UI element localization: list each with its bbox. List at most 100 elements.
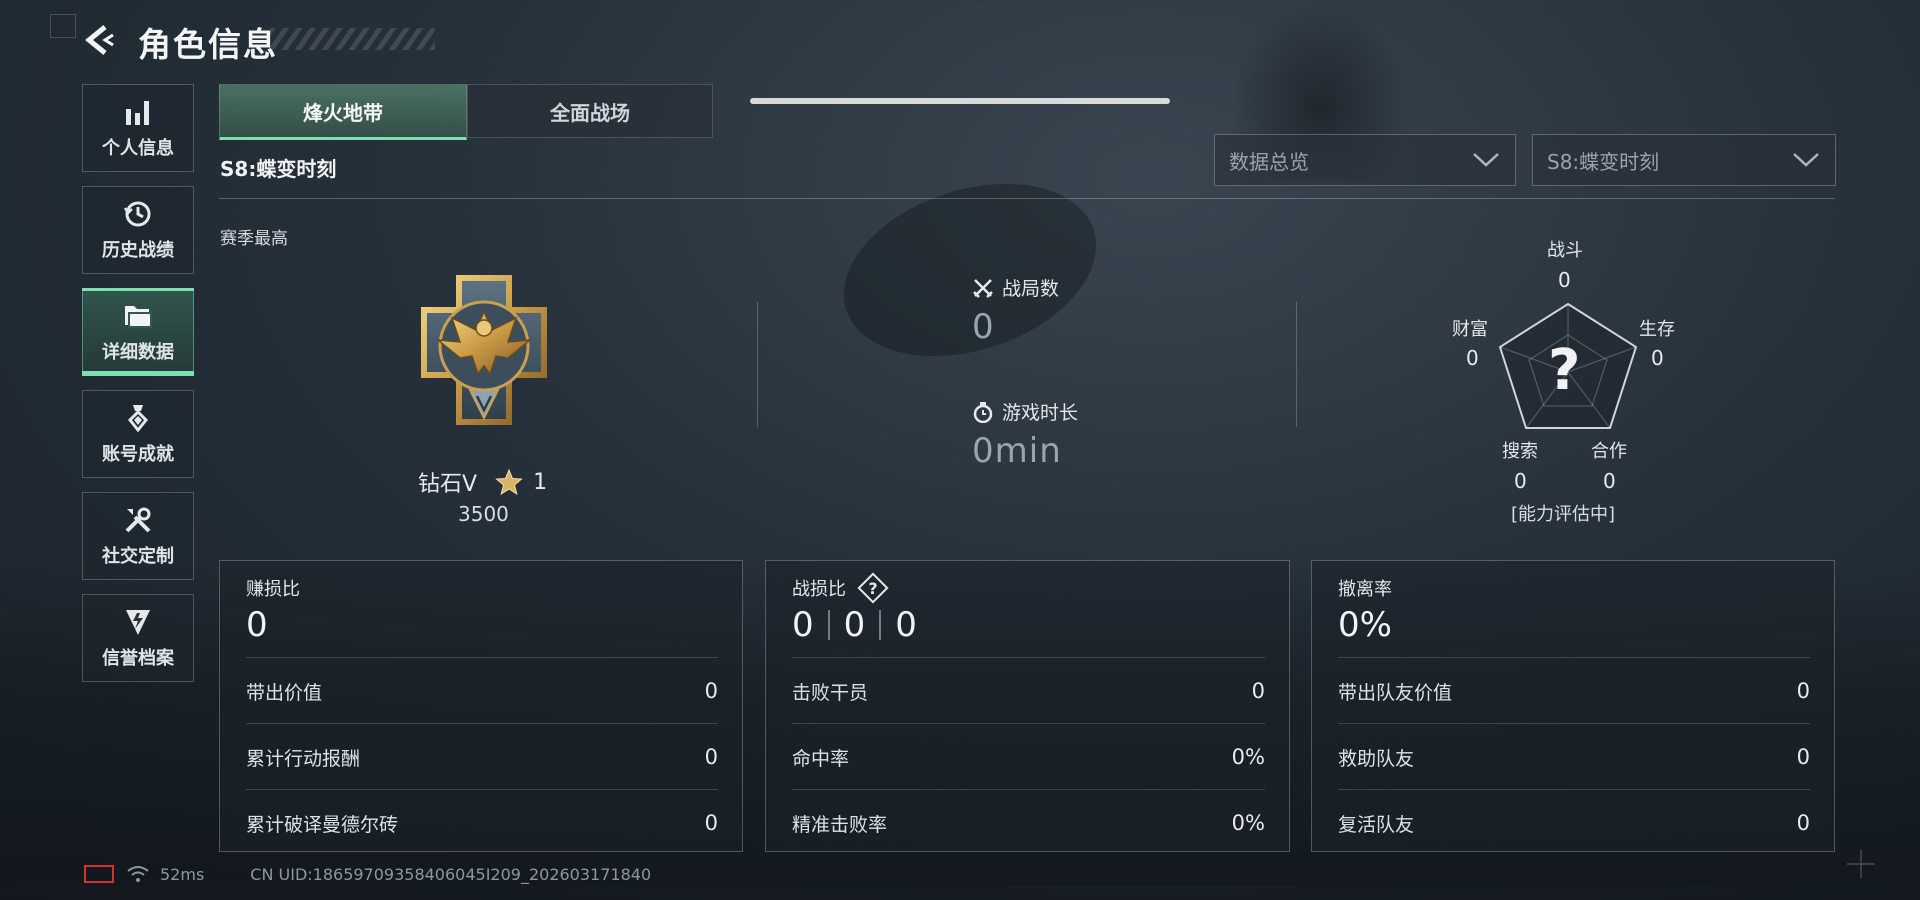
matches-stat: 战局数 0 [972,274,1059,347]
tab-full-battlefield[interactable]: 全面战场 [467,84,713,138]
panel-title: 赚损比 [246,579,300,600]
value-separator [827,610,830,640]
panel-title: 撤离率 [1338,579,1392,600]
dropdown-value: 数据总览 [1229,149,1309,174]
sidebar-item-history[interactable]: 历史战绩 [82,186,194,274]
sidebar-item-label: 社交定制 [102,546,174,567]
sidebar-item-label: 信誉档案 [102,648,174,669]
sidebar-item-achievements[interactable]: 账号成就 [82,390,194,478]
season-title: S8:蝶变时刻 [220,157,337,181]
radar-value-search: 0 [1514,469,1527,493]
rank-stars: 1 [533,469,548,495]
panel-header: 战损比 ? [792,575,886,601]
vertical-divider [1296,302,1297,427]
view-dropdown[interactable]: 数据总览 [1214,134,1516,186]
table-row: 带出价值 0 [246,657,718,724]
dropdown-value: S8:蝶变时刻 [1547,149,1660,174]
wifi-icon [127,866,149,882]
radar-value-cooperation: 0 [1603,469,1616,493]
rank-emblem [404,270,564,430]
battery-icon [84,865,114,883]
table-row: 带出队友价值 0 [1338,657,1810,724]
extraction-rate-panel: 撤离率 0% 带出队友价值 0 救助队友 0 复活队友 0 [1311,560,1835,852]
matches-value: 0 [972,307,995,347]
season-dropdown[interactable]: S8:蝶变时刻 [1532,134,1836,186]
crossed-swords-icon [973,278,993,298]
row-value: 0% [1231,745,1265,769]
value-separator [879,610,882,640]
row-label: 救助队友 [1338,747,1415,770]
radar-value-survival: 0 [1651,346,1664,370]
rank-name: 钻石V [418,472,478,497]
reputation-badge-icon [122,606,154,638]
table-row: 累计破译曼德尔砖 0 [246,789,718,856]
row-value: 0% [1231,811,1265,835]
divider [219,198,1835,199]
panel-main-value: 0% [1338,605,1392,645]
vertical-divider [757,302,758,427]
panel-title: 战损比 [792,579,846,600]
radar-label-wealth: 财富 [1452,319,1488,340]
sidebar-item-label: 账号成就 [102,444,174,465]
radar-label-combat: 战斗 [1547,240,1583,261]
panel-main-value: 0 [246,605,268,645]
radar-label-survival: 生存 [1639,319,1675,340]
chevron-down-icon [1473,153,1499,167]
kd-value: 0 [895,605,917,645]
row-value: 0 [704,811,718,835]
sidebar-item-label: 个人信息 [102,138,174,159]
profit-loss-panel: 赚损比 0 带出价值 0 累计行动报酬 0 累计破译曼德尔砖 0 [219,560,743,852]
table-row: 复活队友 0 [1338,789,1810,856]
ping-text: 52ms [160,864,205,884]
radar-center-question: ? [1548,338,1581,403]
sidebar-item-label: 详细数据 [102,342,174,363]
star-icon [495,468,523,496]
row-label: 带出队友价值 [1338,681,1453,704]
season-best-label: 赛季最高 [220,229,288,249]
row-value: 0 [1251,679,1265,703]
page-title: 角色信息 [138,25,278,64]
row-label: 累计行动报酬 [246,747,361,770]
achievement-medal-icon [122,402,154,434]
row-label: 带出价值 [246,681,323,704]
kd-value: 0 [843,605,866,645]
radar-label-cooperation: 合作 [1591,441,1627,462]
playtime-label: 游戏时长 [1002,402,1079,424]
row-value: 0 [704,679,718,703]
kd-ratio-panel: 战损比 ? 0 0 0 击败干员 0 命中率 0% 精准击败率 0% [765,560,1290,852]
table-row: 精准击败率 0% [792,789,1265,856]
radar-value-wealth: 0 [1466,346,1479,370]
table-row: 命中率 0% [792,723,1265,790]
table-row: 救助队友 0 [1338,723,1810,790]
wrench-tools-icon [122,504,154,536]
row-value: 0 [1796,811,1810,835]
sidebar-nav: 个人信息 历史战绩 详细数据 账号成就 社交定制 信誉档案 [82,84,194,696]
row-label: 累计破译曼德尔砖 [246,813,399,836]
sidebar-item-personal-info[interactable]: 个人信息 [82,84,194,172]
back-button[interactable] [80,20,120,60]
status-footer: 52ms CN UID:18659709358406045I209_202603… [84,864,651,884]
help-icon[interactable]: ? [860,575,886,601]
row-label: 复活队友 [1338,813,1415,836]
sidebar-item-social-custom[interactable]: 社交定制 [82,492,194,580]
tab-warzone[interactable]: 烽火地带 [219,84,467,140]
plus-corner-icon [1847,850,1875,878]
mode-tabs: 烽火地带 全面战场 [219,84,713,140]
bar-chart-icon [122,96,154,128]
kd-value: 0 [792,605,814,645]
chevron-down-icon [1793,153,1819,167]
radar-status: [能力评估中] [1511,504,1616,525]
sidebar-item-detailed-data[interactable]: 详细数据 [82,288,194,376]
radar-value-combat: 0 [1558,268,1571,292]
background-radar-dish [821,153,1119,387]
scroll-indicator[interactable] [750,98,1170,104]
row-label: 精准击败率 [792,813,888,836]
radar-label-search: 搜索 [1502,441,1538,462]
sidebar-item-reputation[interactable]: 信誉档案 [82,594,194,682]
history-clock-icon [122,198,154,230]
panel-main-values: 0 0 0 [792,605,917,645]
row-label: 命中率 [792,747,850,770]
sidebar-item-label: 历史战绩 [102,240,174,261]
row-value: 0 [1796,679,1810,703]
playtime-value: 0min [972,431,1062,471]
